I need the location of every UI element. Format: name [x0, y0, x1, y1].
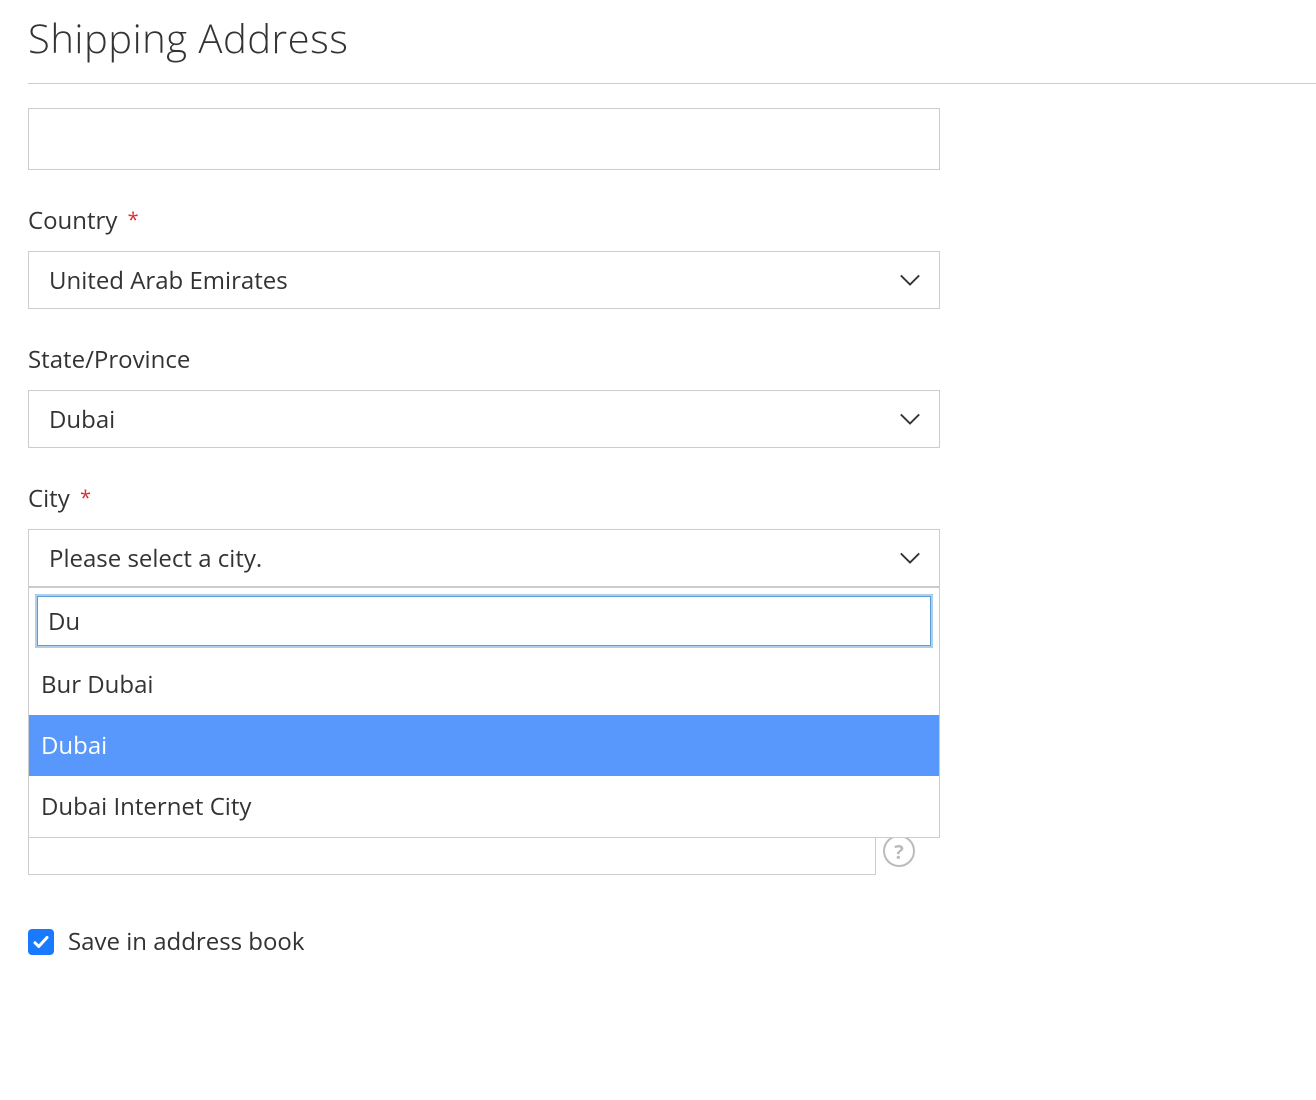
chevron-down-icon [899, 273, 921, 287]
city-dropdown: Bur Dubai Dubai Dubai Internet City [28, 587, 940, 838]
required-star: * [80, 484, 91, 511]
country-label: Country * [28, 204, 940, 237]
city-placeholder: Please select a city. [49, 542, 262, 575]
city-option[interactable]: Dubai Internet City [29, 776, 939, 837]
heading-divider [28, 83, 1316, 84]
city-label-text: City [28, 482, 70, 515]
city-search-input[interactable] [37, 596, 931, 646]
check-icon [32, 933, 50, 951]
top-input[interactable] [28, 108, 940, 170]
chevron-down-icon [899, 551, 921, 565]
country-select[interactable]: United Arab Emirates [28, 251, 940, 309]
chevron-down-icon [899, 412, 921, 426]
save-address-label: Save in address book [68, 925, 304, 958]
country-label-text: Country [28, 204, 117, 237]
state-label-text: State/Province [28, 343, 190, 376]
country-value: United Arab Emirates [49, 264, 288, 297]
state-label: State/Province [28, 343, 940, 376]
underlying-field[interactable]: ? [28, 835, 876, 875]
save-address-checkbox[interactable] [28, 929, 54, 955]
required-star: * [128, 206, 139, 233]
page-title: Shipping Address [28, 10, 1316, 65]
city-option[interactable]: Dubai [29, 715, 939, 776]
city-label: City * [28, 482, 940, 515]
city-option[interactable]: Bur Dubai [29, 654, 939, 715]
help-icon[interactable]: ? [883, 835, 915, 867]
state-value: Dubai [49, 403, 115, 436]
state-select[interactable]: Dubai [28, 390, 940, 448]
city-select[interactable]: Please select a city. [28, 529, 940, 587]
